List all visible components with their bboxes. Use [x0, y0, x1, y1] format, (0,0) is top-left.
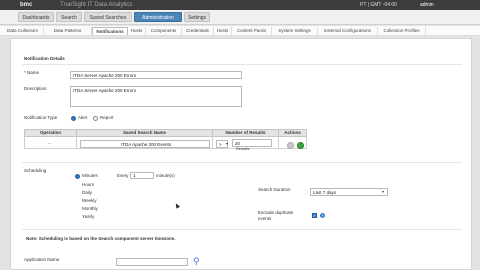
search-duration-select[interactable]: Last 7 days — [310, 188, 388, 196]
brand-logo: bmc — [20, 2, 33, 8]
subtab-external-configurations[interactable]: External Configurations — [318, 27, 378, 35]
subtab-data-collectors[interactable]: Data Collectors — [2, 27, 44, 35]
notification-type-label: Notification Type — [24, 115, 58, 120]
scheduling-note: Note: Scheduling is based on the Search … — [26, 236, 176, 241]
type-report-label: Report — [100, 115, 114, 120]
result-unit: Results — [236, 146, 250, 151]
section-divider — [22, 64, 462, 65]
nav-tab-administration[interactable]: Administration — [134, 12, 182, 22]
col-operation: Operation — [24, 129, 77, 137]
subtab-hosts[interactable]: Hosts — [128, 27, 146, 35]
subtab-components[interactable]: Components — [146, 27, 182, 35]
schedule-yearly-label[interactable]: Yearly — [82, 214, 94, 220]
operation-value: -- — [48, 141, 51, 146]
subtab-hosts-2[interactable]: Hosts — [214, 27, 232, 35]
section-title: Notification Details — [24, 56, 65, 61]
description-field[interactable]: ITDA Server Apache 200 Errors — [70, 86, 242, 107]
application-name-label: Application Name — [24, 257, 60, 262]
subtab-system-settings[interactable]: System Settings — [272, 27, 318, 35]
saved-search-select[interactable]: ITDA Apache 200 Events — [80, 140, 210, 148]
every-field[interactable]: 1 — [130, 172, 154, 179]
nav-tab-dashboards[interactable]: Dashboards — [18, 12, 54, 22]
info-icon[interactable]: ? — [320, 213, 325, 218]
search-duration-label: Search Duration — [258, 187, 291, 192]
subtab-collection-profiles[interactable]: Collection Profiles — [378, 27, 426, 35]
schedule-hours-label[interactable]: Hours — [82, 182, 94, 188]
type-alert-radio[interactable] — [71, 116, 76, 121]
nav-tab-settings[interactable]: Settings — [184, 12, 210, 22]
col-saved-search-name: Saved Search Name — [76, 129, 213, 137]
schedule-minutes-radio[interactable] — [75, 174, 80, 179]
schedule-minutes-label: Minutes — [82, 173, 98, 178]
plus-icon[interactable] — [297, 142, 304, 149]
subtab-credentials[interactable]: Credentials — [182, 27, 214, 35]
description-label: Description — [24, 86, 47, 91]
name-field[interactable]: ITDA Server Apache 200 Errors — [70, 71, 242, 79]
operator-chevron-down-icon: ▾ — [226, 141, 229, 146]
every-label: Every — [117, 173, 129, 178]
timezone-text: PT | GMT -04:00 — [360, 2, 397, 8]
subtab-data-patterns[interactable]: Data Patterns — [44, 27, 92, 35]
nav-tab-search[interactable]: Search — [56, 12, 82, 22]
schedule-divider — [22, 229, 462, 230]
exclude-duplicate-label-2: events — [258, 216, 272, 221]
type-alert-label: Alert — [78, 115, 88, 120]
exclude-duplicate-checkbox[interactable]: ✓ — [312, 213, 317, 218]
schedule-daily-label[interactable]: Daily — [82, 190, 92, 196]
minus-icon[interactable] — [287, 142, 294, 149]
schedule-monthly-label[interactable]: Monthly — [82, 206, 98, 212]
scheduling-label: Scheduling — [24, 168, 47, 173]
subtab-notifications[interactable]: Notifications — [92, 27, 128, 35]
application-name-field[interactable] — [116, 258, 188, 266]
nav-tab-saved-searches[interactable]: Saved Searches — [84, 12, 132, 22]
table-divider — [22, 162, 462, 163]
search-icon[interactable]: ⚲ — [193, 257, 200, 266]
subtab-content-packs[interactable]: Content Packs — [232, 27, 272, 35]
col-actions: Actions — [278, 129, 307, 137]
type-report-radio[interactable] — [93, 116, 98, 121]
schedule-weekly-label[interactable]: Weekly — [82, 198, 97, 204]
col-number-of-results: Number of Results — [212, 129, 279, 137]
user-menu[interactable]: admin — [420, 0, 434, 10]
app-title: TrueSight IT Data Analytics — [60, 2, 133, 8]
every-unit: minute(s) — [156, 173, 175, 178]
name-label: * Name — [24, 70, 40, 75]
duration-chevron-down-icon: ▾ — [382, 189, 385, 194]
